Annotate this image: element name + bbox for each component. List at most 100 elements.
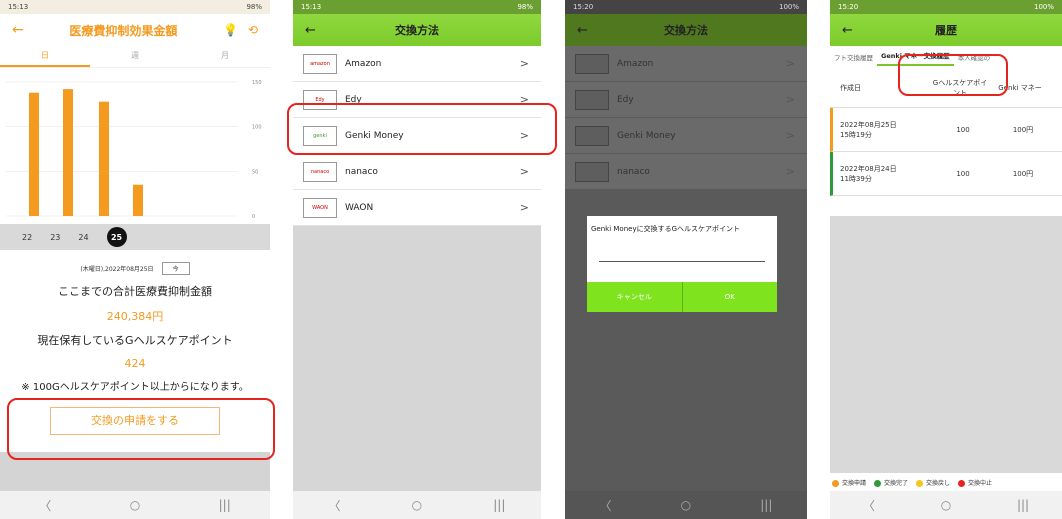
status-bar: 15:20 100% (565, 0, 807, 14)
highlight-genki-money-tab (898, 54, 1008, 96)
tab-day[interactable]: 日 (0, 46, 90, 67)
bar-22 (29, 92, 39, 216)
nav-back-icon[interactable]: 〈 (329, 497, 341, 514)
list-item-nanaco[interactable]: nanaco nanaco > (293, 154, 541, 190)
amazon-logo-icon: amazon (303, 53, 337, 74)
points-label: 現在保有しているGヘルスケアポイント (37, 334, 233, 347)
legend-item: 交換戻し (916, 478, 950, 487)
row-money: 100円 (1012, 125, 1034, 134)
android-nav-bar: 〈 ○ ||| (830, 491, 1062, 519)
empty-area (293, 226, 541, 491)
row-time: 15時19分 (840, 130, 872, 139)
legend-item: 交換申請 (832, 478, 866, 487)
list-item-nanaco[interactable]: nanaco > (565, 154, 807, 190)
row-money: 100円 (1012, 169, 1034, 178)
nav-recent-icon[interactable]: ||| (760, 498, 772, 512)
nav-back-icon[interactable]: 〈 (39, 497, 51, 514)
chevron-right-icon: > (519, 165, 529, 178)
status-battery: 98% (517, 3, 533, 11)
nav-home-icon[interactable]: ○ (130, 498, 140, 512)
bar-24 (99, 101, 109, 216)
status-time: 15:20 (573, 3, 594, 11)
nav-recent-icon[interactable]: ||| (219, 498, 231, 512)
date-row: (木曜日),2022年08月25日 今 (0, 262, 270, 275)
today-button[interactable]: 今 (161, 262, 190, 275)
list-item-amazon[interactable]: amazon Amazon > (293, 46, 541, 82)
list-item-edy[interactable]: Edy > (565, 82, 807, 118)
item-label: WAON (345, 202, 374, 213)
edy-logo-icon (575, 89, 609, 110)
chevron-right-icon: > (519, 201, 529, 214)
chevron-right-icon: > (785, 93, 795, 106)
total-savings-label: ここまでの合計医療費抑制金額 (58, 285, 212, 298)
row-date: 2022年08月24日 (840, 164, 897, 173)
page-title: 医療費抑制効果金額 (69, 23, 178, 38)
status-battery: 100% (778, 3, 799, 11)
waon-logo-icon: WAON (303, 197, 337, 218)
nav-home-icon[interactable]: ○ (681, 498, 691, 512)
nav-home-icon[interactable]: ○ (412, 498, 422, 512)
nav-recent-icon[interactable]: ||| (493, 498, 505, 512)
nanaco-logo-icon (575, 161, 609, 182)
points-input[interactable] (599, 250, 765, 262)
bar-23 (63, 89, 73, 216)
day-24[interactable]: 24 (78, 233, 88, 242)
dialog-message: Genki Moneyに交換するGヘルスケアポイント (591, 225, 741, 233)
back-arrow-icon[interactable]: ← (577, 23, 607, 38)
back-arrow-icon[interactable]: ← (305, 23, 335, 38)
total-savings-value: 240,384円 (106, 310, 164, 323)
status-time: 15:13 (301, 3, 322, 11)
chevron-right-icon: > (785, 129, 795, 142)
lightbulb-icon[interactable]: 💡 (223, 23, 238, 37)
list-item-waon[interactable]: WAON WAON > (293, 190, 541, 226)
chevron-right-icon: > (519, 57, 529, 70)
item-label: nanaco (617, 166, 650, 177)
list-item-amazon[interactable]: Amazon > (565, 46, 807, 82)
day-22[interactable]: 22 (22, 233, 32, 242)
page-title: 交換方法 (395, 24, 439, 37)
tab-gift-history[interactable]: フト交換履歴 (830, 52, 877, 62)
day-23[interactable]: 23 (50, 233, 60, 242)
item-label: Amazon (345, 58, 382, 69)
android-nav-bar: 〈 ○ ||| (0, 491, 270, 519)
period-tabs: 日 週 月 (0, 46, 270, 68)
legend-item: 交換完了 (874, 478, 908, 487)
day-25-selected[interactable]: 25 (106, 227, 127, 247)
item-label: nanaco (345, 166, 378, 177)
minimum-points-note: ※ 100Gヘルスケアポイント以上からになります。 (21, 382, 249, 393)
y-tick-label: 0 (252, 214, 255, 220)
item-label: Amazon (617, 58, 654, 69)
y-tick-label: 50 (252, 169, 258, 175)
list-item-genki-money[interactable]: Genki Money > (565, 118, 807, 154)
legend-item: 交換中止 (958, 478, 992, 487)
highlight-genki-money (287, 103, 557, 155)
tab-month[interactable]: 月 (180, 46, 270, 67)
nav-back-icon[interactable]: 〈 (600, 497, 612, 514)
y-tick-label: 100 (252, 125, 262, 131)
page-title: 交換方法 (664, 24, 708, 37)
row-date: 2022年08月25日 (840, 120, 897, 129)
back-arrow-icon[interactable]: ← (842, 23, 872, 38)
y-tick-label: 150 (252, 80, 262, 86)
app-header: ← 履歴 (830, 14, 1062, 46)
cancel-button[interactable]: キャンセル (587, 282, 683, 312)
empty-area (830, 216, 1062, 473)
status-legend: 交換申請 交換完了 交換戻し 交換中止 (830, 473, 1062, 491)
status-time: 15:20 (838, 3, 859, 11)
phone-screen-exchange-dialog: 15:20 100% ← 交換方法 Amazon > Edy > Genki M… (565, 0, 807, 519)
row-points: 100 (956, 125, 970, 134)
table-row[interactable]: 2022年08月24日 11時39分 100 100円 (830, 152, 1062, 196)
history-icon[interactable]: ⟲ (248, 23, 258, 37)
bar-25 (133, 184, 143, 216)
table-row[interactable]: 2022年08月25日 15時19分 100 100円 (830, 108, 1062, 152)
nav-back-icon[interactable]: 〈 (863, 497, 875, 514)
ok-button[interactable]: OK (682, 282, 777, 312)
row-points: 100 (956, 169, 970, 178)
tab-week[interactable]: 週 (90, 46, 180, 67)
app-header: ← 交換方法 (565, 14, 807, 46)
nav-home-icon[interactable]: ○ (941, 498, 951, 512)
back-arrow-icon[interactable]: ← (12, 22, 24, 38)
nanaco-logo-icon: nanaco (303, 161, 337, 182)
current-date: (木曜日),2022年08月25日 (80, 266, 154, 273)
nav-recent-icon[interactable]: ||| (1017, 498, 1029, 512)
